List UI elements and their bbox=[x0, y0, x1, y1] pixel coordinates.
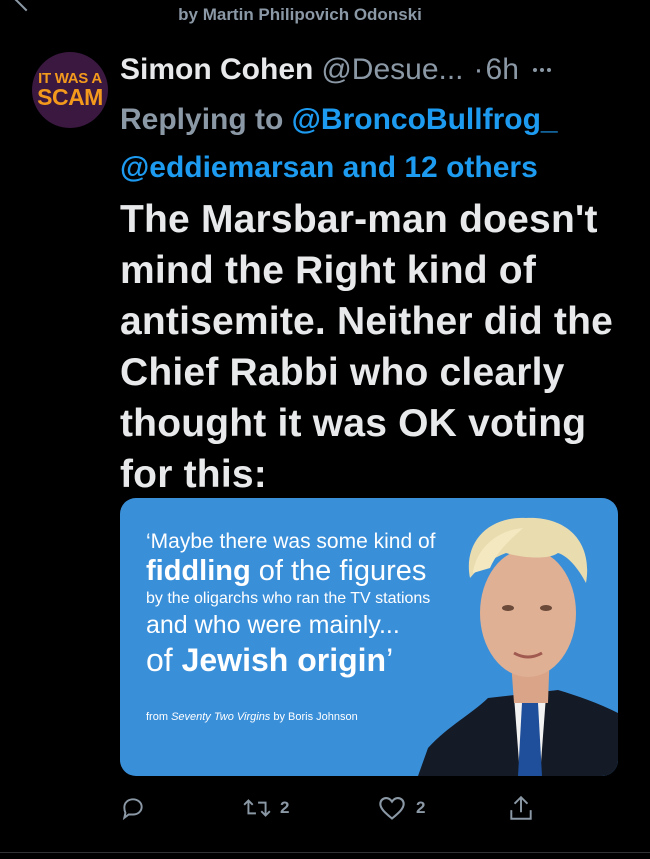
quote-line: and who were mainly... bbox=[146, 611, 400, 639]
author-name[interactable]: Simon Cohen bbox=[120, 53, 313, 87]
retweet-count: 2 bbox=[280, 798, 290, 817]
author-handle[interactable]: @Desue... bbox=[321, 53, 463, 87]
heart-icon bbox=[379, 797, 405, 820]
like-count: 2 bbox=[416, 798, 426, 817]
divider bbox=[0, 852, 650, 853]
and-text: and bbox=[334, 151, 405, 184]
media-credit: from Seventy Two Virgins by Boris Johnso… bbox=[146, 711, 358, 723]
tweet-header: Simon Cohen @Desue... · 6h bbox=[120, 52, 640, 88]
share-icon bbox=[510, 795, 532, 820]
retweet-button[interactable]: 2 bbox=[242, 790, 289, 826]
more-options-icon[interactable] bbox=[532, 68, 551, 72]
credit-text: from bbox=[146, 711, 172, 723]
quote-bold: fiddling bbox=[146, 555, 251, 587]
mention-link[interactable]: @BroncoBullfrog_ bbox=[292, 103, 558, 136]
media-quote: ‘Maybe there was some kind of fiddling o… bbox=[146, 528, 435, 679]
quote-line: by the oligarchs who ran the TV stations bbox=[146, 590, 431, 607]
avatar[interactable]: IT WAS A SCAM bbox=[32, 52, 108, 128]
quote-line: fiddling of the figures bbox=[146, 555, 435, 588]
quote-text: of bbox=[146, 642, 182, 678]
tweet-text: The Marsbar-man doesn't mind the Right k… bbox=[120, 198, 613, 496]
credit-book-title: Seventy Two Virgins bbox=[171, 711, 271, 723]
tweet-media-image[interactable]: ‘Maybe there was some kind of fiddling o… bbox=[120, 498, 618, 776]
avatar-text-line2: SCAM bbox=[37, 84, 103, 110]
retweet-icon bbox=[243, 799, 271, 817]
reply-icon bbox=[122, 798, 143, 821]
portrait-photo bbox=[418, 517, 618, 776]
like-button[interactable]: 2 bbox=[378, 790, 425, 826]
replying-to: Replying to @BroncoBullfrog_ @eddiemarsan… bbox=[120, 96, 640, 192]
mention-link[interactable]: @eddiemarsan bbox=[120, 151, 334, 184]
thread-byline: by Martin Philipovich Odonski bbox=[178, 5, 422, 24]
quote-line: of Jewish origin’ bbox=[146, 641, 435, 679]
reply-button[interactable] bbox=[120, 790, 146, 826]
share-button[interactable] bbox=[508, 790, 534, 826]
replying-to-label: Replying to bbox=[120, 103, 292, 136]
quote-line: ‘Maybe there was some kind of bbox=[146, 530, 436, 553]
quote-bold: Jewish origin bbox=[181, 642, 387, 678]
credit-text: by Boris Johnson bbox=[270, 711, 358, 723]
tweet-actions: 2 2 bbox=[120, 790, 540, 826]
others-link[interactable]: 12 others bbox=[404, 151, 537, 184]
quote-text: ’ bbox=[386, 642, 394, 678]
tweet-time[interactable]: 6h bbox=[486, 53, 519, 87]
quote-text: of the figures bbox=[250, 555, 427, 587]
separator-dot: · bbox=[473, 53, 484, 86]
